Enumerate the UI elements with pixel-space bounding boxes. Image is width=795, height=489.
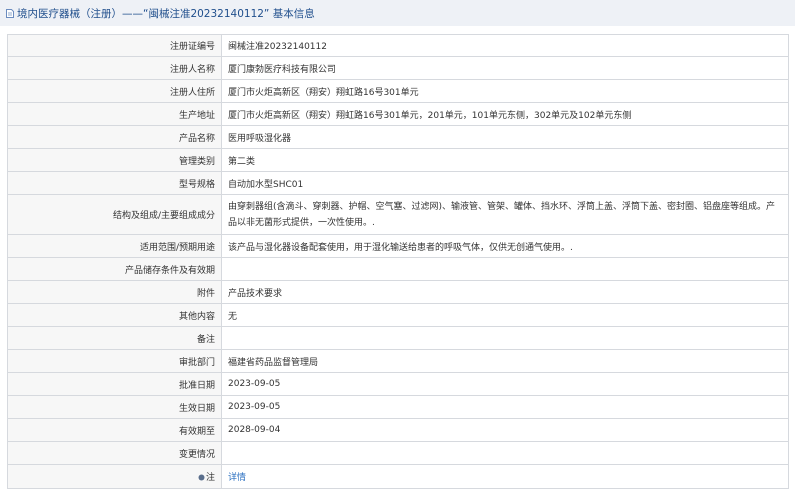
table-row: 注 详情 — [7, 464, 789, 489]
row-value: 闽械注准20232140112 — [221, 34, 789, 57]
row-label: 注册证编号 — [7, 34, 222, 57]
row-label: 管理类别 — [7, 148, 222, 172]
row-value: 厦门市火炬高新区（翔安）翔虹路16号301单元 — [221, 79, 789, 103]
row-label: 适用范围/预期用途 — [7, 234, 222, 258]
row-label: 产品名称 — [7, 125, 222, 149]
row-value: 厦门市火炬高新区（翔安）翔虹路16号301单元，201单元，101单元东侧，30… — [221, 102, 789, 126]
row-label: 注 — [205, 472, 215, 483]
row-value: 福建省药品监督管理局 — [221, 349, 789, 373]
table-row: 型号规格 自动加水型SHC01 — [7, 171, 789, 195]
table-row: 结构及组成/主要组成成分 由穿刺器组(含滴斗、穿刺器、护帽、空气塞、过滤网)、输… — [7, 194, 789, 235]
row-label: 批准日期 — [7, 372, 222, 396]
table-row: 附件 产品技术要求 — [7, 280, 789, 304]
row-label: 生产地址 — [7, 102, 222, 126]
info-table: 注册证编号 闽械注准20232140112 注册人名称 厦门康勃医疗科技有限公司… — [7, 34, 789, 489]
row-label: 结构及组成/主要组成成分 — [7, 194, 222, 235]
row-value — [221, 257, 789, 281]
table-row: 批准日期 2023-09-05 — [7, 372, 789, 396]
row-label: 备注 — [7, 326, 222, 350]
table-row: 生效日期 2023-09-05 — [7, 395, 789, 419]
row-label: 生效日期 — [7, 395, 222, 419]
table-row: 其他内容 无 — [7, 303, 789, 327]
row-label: 附件 — [7, 280, 222, 304]
table-row: 生产地址 厦门市火炬高新区（翔安）翔虹路16号301单元，201单元，101单元… — [7, 102, 789, 126]
table-row: 注册人住所 厦门市火炬高新区（翔安）翔虹路16号301单元 — [7, 79, 789, 103]
page-header: 境内医疗器械（注册）——“闽械注准20232140112” 基本信息 — [0, 0, 795, 26]
table-row: 产品储存条件及有效期 — [7, 257, 789, 281]
row-value: 医用呼吸湿化器 — [221, 125, 789, 149]
table-row: 注册人名称 厦门康勃医疗科技有限公司 — [7, 56, 789, 80]
details-cell: 详情 — [221, 464, 789, 489]
row-label: 注册人名称 — [7, 56, 222, 80]
page-title: 境内医疗器械（注册）——“闽械注准20232140112” 基本信息 — [17, 7, 315, 20]
row-value: 产品技术要求 — [221, 280, 789, 304]
row-value: 厦门康勃医疗科技有限公司 — [221, 56, 789, 80]
row-value: 无 — [221, 303, 789, 327]
table-row: 产品名称 医用呼吸湿化器 — [7, 125, 789, 149]
row-label: 型号规格 — [7, 171, 222, 195]
row-value — [221, 326, 789, 350]
row-label: 产品储存条件及有效期 — [7, 257, 222, 281]
row-label: 审批部门 — [7, 349, 222, 373]
row-label: 有效期至 — [7, 418, 222, 442]
table-row: 管理类别 第二类 — [7, 148, 789, 172]
row-value — [221, 441, 789, 465]
table-row: 适用范围/预期用途 该产品与湿化器设备配套使用，用于湿化输送给患者的呼吸气体，仅… — [7, 234, 789, 258]
table-row: 审批部门 福建省药品监督管理局 — [7, 349, 789, 373]
row-value: 该产品与湿化器设备配套使用，用于湿化输送给患者的呼吸气体，仅供无创通气使用。. — [221, 234, 789, 258]
note-icon — [198, 474, 205, 484]
row-label: 变更情况 — [7, 441, 222, 465]
table-row: 变更情况 — [7, 441, 789, 465]
row-value: 由穿刺器组(含滴斗、穿刺器、护帽、空气塞、过滤网)、输液管、管架、罐体、挡水环、… — [228, 201, 776, 228]
row-value: 2028-09-04 — [221, 418, 789, 442]
table-row: 有效期至 2028-09-04 — [7, 418, 789, 442]
row-value: 2023-09-05 — [221, 395, 789, 419]
row-value: 自动加水型SHC01 — [221, 171, 789, 195]
row-label: 注册人住所 — [7, 79, 222, 103]
table-row: 备注 — [7, 326, 789, 350]
table-row: 注册证编号 闽械注准20232140112 — [7, 34, 789, 57]
row-value: 第二类 — [221, 148, 789, 172]
details-link[interactable]: 详情 — [228, 473, 246, 483]
row-value: 2023-09-05 — [221, 372, 789, 396]
note-label-cell: 注 — [7, 464, 222, 489]
document-icon — [6, 8, 14, 18]
row-label: 其他内容 — [7, 303, 222, 327]
row-value-cell: 由穿刺器组(含滴斗、穿刺器、护帽、空气塞、过滤网)、输液管、管架、罐体、挡水环、… — [221, 194, 789, 235]
